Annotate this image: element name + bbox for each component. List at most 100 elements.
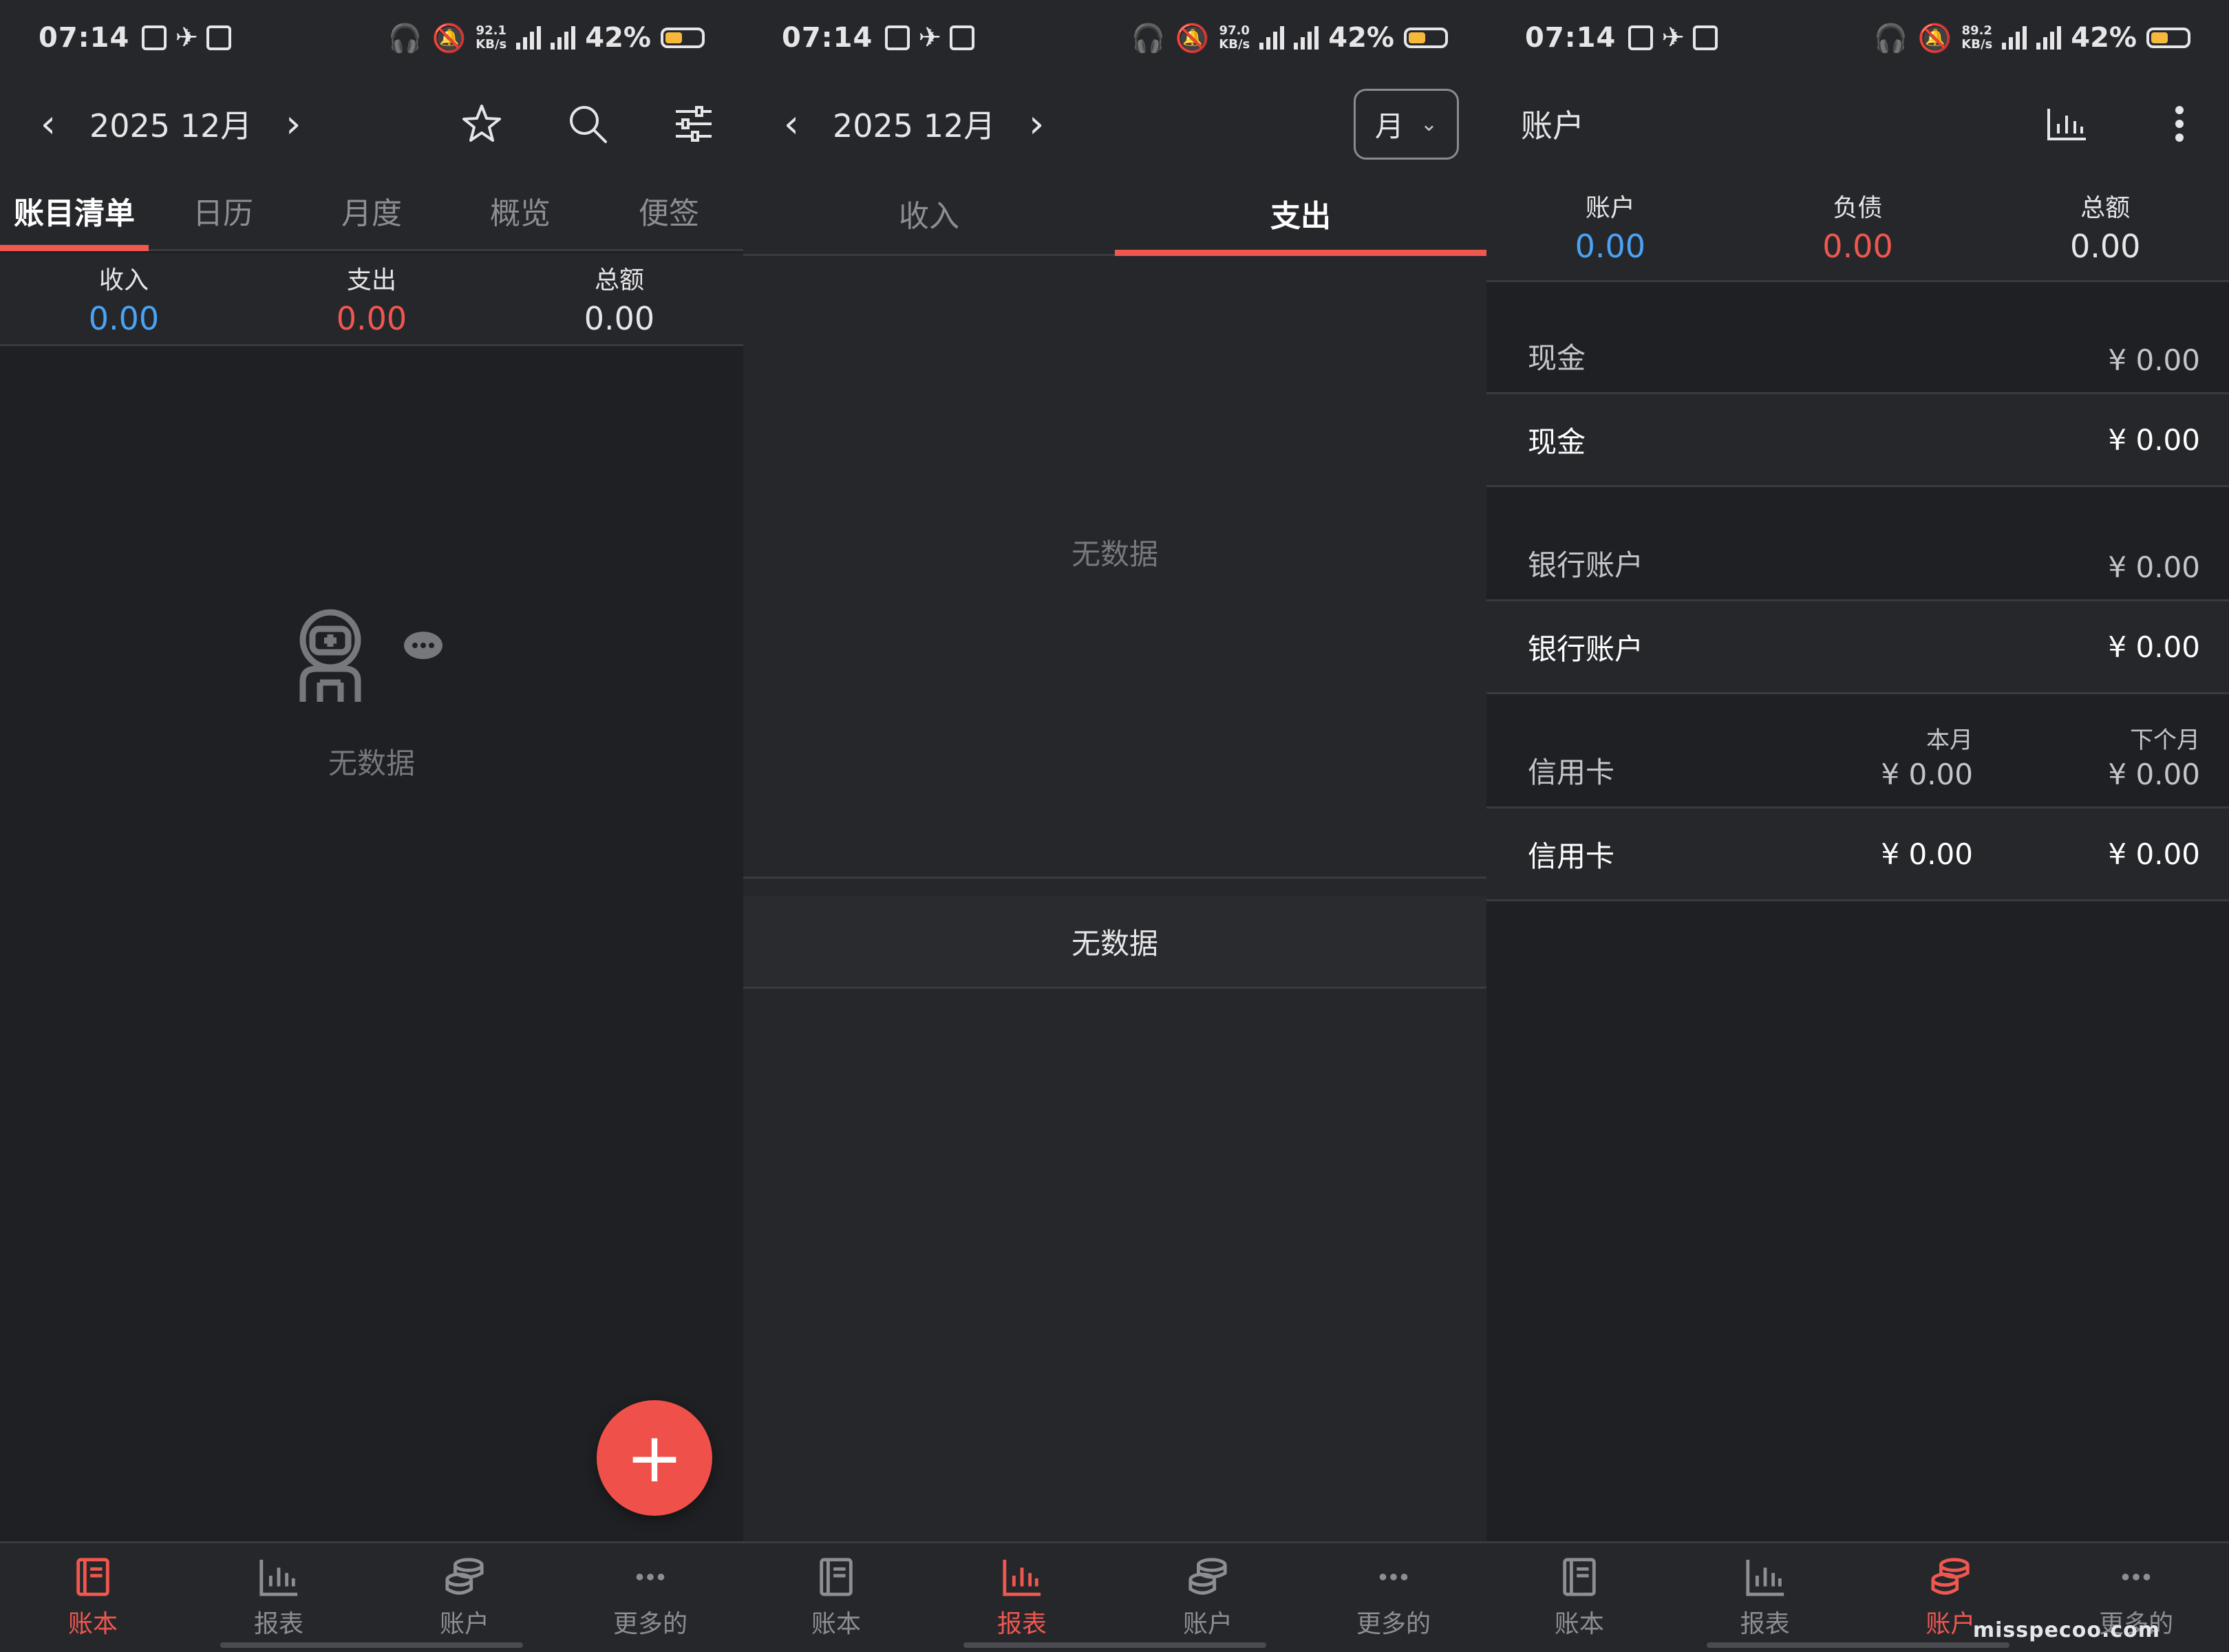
bar-chart-icon xyxy=(1003,1559,1041,1596)
prev-month-icon[interactable]: ‹ xyxy=(28,102,69,147)
net-speed: 89.2 KB/s xyxy=(1961,23,1993,52)
nav-ledger[interactable]: 账本 xyxy=(0,1543,186,1652)
account-row[interactable]: 信用卡 ¥ 0.00 ¥ 0.00 xyxy=(1486,808,2229,901)
status-bar: 07:14 ✈ 🎧 🔕 89.2 KB/s 42% xyxy=(1486,0,2229,76)
tab-overview[interactable]: 概览 xyxy=(446,172,595,249)
reports-tabs: 收入 支出 xyxy=(743,172,1486,256)
more-vertical-icon[interactable] xyxy=(2157,102,2201,146)
tab-income[interactable]: 收入 xyxy=(743,172,1115,254)
headphones-icon: 🎧 xyxy=(1873,22,1908,54)
cell-signal-icon xyxy=(516,26,542,50)
book-icon xyxy=(76,1558,109,1596)
cell-signal-icon xyxy=(2002,26,2027,50)
filter-icon[interactable] xyxy=(672,102,716,146)
cell-signal-icon-2 xyxy=(1294,26,1319,50)
coins-icon xyxy=(1931,1558,1970,1595)
nav-reports[interactable]: 报表 xyxy=(1672,1543,1858,1652)
chevron-down-icon: ⌄ xyxy=(1420,111,1438,136)
status-bar: 07:14 ✈ 🎧 🔕 92.1 KB/s 42% xyxy=(0,0,743,76)
mute-icon: 🔕 xyxy=(1175,22,1210,54)
next-month-icon[interactable]: › xyxy=(273,102,314,147)
reports-screen: 07:14 ✈ 🎧 🔕 97.0KB/s 42% ‹ 2025 12月 › 月 xyxy=(743,0,1486,1652)
star-icon[interactable] xyxy=(460,102,504,146)
notification-icon xyxy=(885,25,910,50)
app-icon xyxy=(206,25,231,50)
tab-list[interactable]: 账目清单 xyxy=(0,172,149,251)
nav-accounts[interactable]: 账户 xyxy=(1115,1543,1301,1652)
battery-percent: 42% xyxy=(585,22,651,54)
net-speed: 92.1 KB/s xyxy=(476,23,507,52)
battery-icon xyxy=(1404,28,1448,48)
status-bar: 07:14 ✈ 🎧 🔕 97.0 KB/s 42% xyxy=(743,0,1486,76)
more-dots-icon xyxy=(1379,1574,1408,1580)
summary-assets: 账户 0.00 xyxy=(1575,193,1646,265)
ledger-summary: 收入 0.00 支出 0.00 总额 0.00 xyxy=(0,253,743,346)
page-title: 账户 xyxy=(1521,107,1584,144)
next-month-icon[interactable]: › xyxy=(1016,102,1057,147)
group-header: 现金 ¥ 0.00 xyxy=(1486,284,2229,394)
account-group-bank: 银行账户 ¥ 0.00 银行账户 ¥ 0.00 xyxy=(1486,491,2229,694)
cell-signal-icon xyxy=(1259,26,1285,50)
signal-icon: ✈ xyxy=(1661,22,1685,54)
account-row[interactable]: 现金 ¥ 0.00 xyxy=(1486,394,2229,487)
cell-signal-icon-2 xyxy=(551,26,576,50)
tab-monthly[interactable]: 月度 xyxy=(297,172,446,249)
more-dots-icon xyxy=(636,1574,665,1580)
status-time: 07:14 xyxy=(39,22,130,54)
watermark: misspecoo.com xyxy=(1972,1618,2160,1642)
more-dots-icon xyxy=(2122,1574,2151,1580)
coins-icon xyxy=(1188,1558,1227,1595)
tab-notes[interactable]: 便签 xyxy=(595,172,743,249)
signal-icon: ✈ xyxy=(918,22,941,54)
ledger-screen: 07:14 ✈ 🎧 🔕 92.1 KB/s 42% ‹ 2025 12月 › 账… xyxy=(0,0,743,1652)
prev-month-icon[interactable]: ‹ xyxy=(771,102,812,147)
signal-icon: ✈ xyxy=(175,22,198,54)
tab-expense[interactable]: 支出 xyxy=(1115,172,1486,256)
account-row[interactable]: 银行账户 ¥ 0.00 xyxy=(1486,601,2229,694)
book-icon xyxy=(820,1558,853,1596)
astronaut-icon xyxy=(299,609,442,702)
nav-reports[interactable]: 报表 xyxy=(186,1543,372,1652)
chart-empty-text: 无数据 xyxy=(1071,537,1158,571)
home-indicator xyxy=(963,1642,1266,1648)
nav-reports[interactable]: 报表 xyxy=(929,1543,1115,1652)
accounts-screen: 07:14 ✈ 🎧 🔕 89.2 KB/s 42% 账户 账户 0.00 负债 … xyxy=(1486,0,2229,1652)
nav-more[interactable]: 更多的 xyxy=(557,1543,743,1652)
reports-header: ‹ 2025 12月 › 月 ⌄ xyxy=(743,76,1486,172)
add-entry-button[interactable]: + xyxy=(597,1400,712,1516)
summary-total: 总额 0.00 xyxy=(584,266,655,337)
month-label[interactable]: 2025 12月 xyxy=(69,101,273,147)
notification-icon xyxy=(142,25,167,50)
headphones-icon: 🎧 xyxy=(387,22,423,54)
screenshot-root: 07:14 ✈ 🎧 🔕 92.1 KB/s 42% ‹ 2025 12月 › 账… xyxy=(0,0,2229,1652)
app-icon xyxy=(1692,25,1718,50)
notification-icon xyxy=(1628,25,1654,50)
nav-ledger[interactable]: 账本 xyxy=(1486,1543,1672,1652)
summary-income: 收入 0.00 xyxy=(88,266,160,337)
net-speed: 97.0 KB/s xyxy=(1219,23,1250,52)
category-list-empty: 无数据 xyxy=(743,896,1486,989)
battery-percent: 42% xyxy=(1328,22,1394,54)
period-dropdown[interactable]: 月 ⌄ xyxy=(1353,88,1459,160)
nav-more[interactable]: 更多的 xyxy=(1301,1543,1486,1652)
mute-icon: 🔕 xyxy=(1917,22,1952,54)
nav-ledger[interactable]: 账本 xyxy=(743,1543,929,1652)
ledger-header: ‹ 2025 12月 › xyxy=(0,76,743,172)
headphones-icon: 🎧 xyxy=(1131,22,1166,54)
status-time: 07:14 xyxy=(1525,22,1617,54)
ledger-tabs: 账目清单 日历 月度 概览 便签 xyxy=(0,172,743,251)
bar-chart-icon xyxy=(1746,1559,1784,1596)
tab-calendar[interactable]: 日历 xyxy=(149,172,297,249)
month-label[interactable]: 2025 12月 xyxy=(812,101,1016,147)
app-icon xyxy=(949,25,974,50)
summary-liabilities: 负债 0.00 xyxy=(1822,193,1893,265)
summary-total: 总额 0.00 xyxy=(2069,193,2141,265)
accounts-header: 账户 xyxy=(1486,76,2229,172)
account-group-cash: 现金 ¥ 0.00 现金 ¥ 0.00 xyxy=(1486,284,2229,487)
nav-accounts[interactable]: 账户 xyxy=(372,1543,557,1652)
group-header: 信用卡 本月 ¥ 0.00 下个月 ¥ 0.00 xyxy=(1486,698,2229,808)
empty-text: 无数据 xyxy=(328,747,415,780)
bar-chart-icon[interactable] xyxy=(2045,102,2089,146)
empty-state: 无数据 xyxy=(0,605,743,782)
search-icon[interactable] xyxy=(566,102,610,146)
